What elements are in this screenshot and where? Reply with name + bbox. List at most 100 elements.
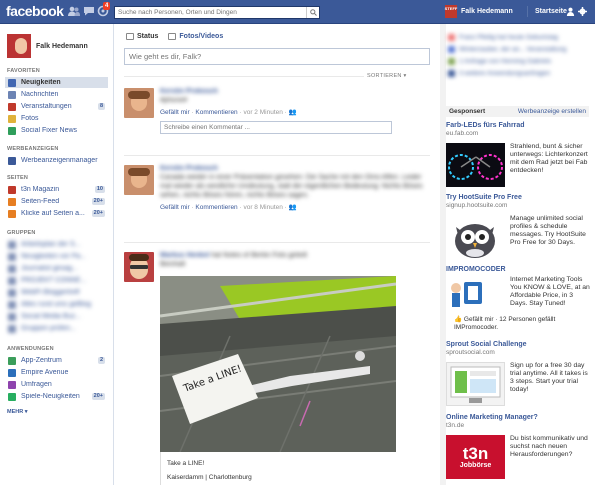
sidebar-item-empire-avenue[interactable]: Empire Avenue xyxy=(5,367,108,378)
avatar[interactable] xyxy=(124,165,154,195)
sidebar-item-label: Nachrichten xyxy=(21,91,59,98)
ad-unit[interactable]: Online Marketing Manager? t3n.de t3n Job… xyxy=(446,414,589,485)
ad-title[interactable]: Online Marketing Manager? xyxy=(446,414,589,421)
create-ad-link[interactable]: Werbeanzeige erstellen xyxy=(518,108,586,115)
sidebar-item-group[interactable]: Social Media Buz... xyxy=(5,311,108,322)
sidebar-item-group[interactable]: Gruppen prüfen... xyxy=(5,323,108,334)
sidebar-item-group[interactable]: Journalist gesag... xyxy=(5,263,108,274)
avatar[interactable] xyxy=(124,252,154,282)
sidebar-item-label: App-Zentrum xyxy=(21,357,62,364)
ad-domain: t3n.de xyxy=(446,422,465,429)
sort-dropdown[interactable]: SORTIEREN ▾ xyxy=(367,73,407,79)
sidebar-item-label: Spiele-Neuigkeiten xyxy=(21,393,80,400)
avatar[interactable] xyxy=(124,88,154,118)
ad-unit[interactable]: IMPROMOCODER Internet Marketing Tools Yo… xyxy=(446,266,590,338)
ad-unit[interactable]: Sprout Social Challenge sproutsocial.com… xyxy=(446,341,589,411)
request-reminder[interactable]: 1 Anfrage von Henning Gabriels xyxy=(448,58,551,65)
ad-title[interactable]: IMPROMOCODER xyxy=(446,266,589,273)
messages-icon[interactable] xyxy=(83,5,95,17)
empire-avenue-icon xyxy=(8,368,16,377)
jobboerse-logo-text: Jobbörse xyxy=(459,462,492,469)
tab-photos-videos[interactable]: Fotos/Videos xyxy=(168,33,223,40)
more-link[interactable]: MEHR ▾ xyxy=(7,409,27,415)
sidebar-item-group[interactable]: Arbeitsplan der S... xyxy=(5,239,108,250)
photo-location[interactable]: Kaiserdamm | Charlottenburg xyxy=(167,474,396,481)
ad-image[interactable] xyxy=(446,362,505,406)
top-profile-name[interactable]: Falk Hedemann xyxy=(461,8,513,15)
tab-status[interactable]: Status xyxy=(126,33,158,40)
ad-image[interactable] xyxy=(446,143,505,187)
comment-input[interactable] xyxy=(161,124,391,131)
sidebar-item-label: Umfragen xyxy=(21,381,52,388)
sidebar-item-nachrichten[interactable]: Nachrichten xyxy=(5,89,108,100)
ad-unit[interactable]: Farb-LEDs fürs Fahrrad eu.fab.com Strahl… xyxy=(446,122,589,192)
ad-title[interactable]: Try HootSuite Pro Free xyxy=(446,194,589,201)
reminder-text: Franz Pfeilig hat heute Geburtstag xyxy=(459,34,559,41)
sidebar-item-veranstaltungen[interactable]: Veranstaltungen 8 xyxy=(5,101,108,112)
ad-like-text[interactable]: Gefällt mir · 12 Personen gefällt IMProm… xyxy=(454,316,555,331)
sidebar-item-group[interactable]: Alles rund ums geBlog xyxy=(5,299,108,310)
comment-link[interactable]: Kommentieren xyxy=(195,204,237,211)
story-author[interactable]: Markus Henkel xyxy=(160,252,209,259)
friend-requests-icon[interactable] xyxy=(68,5,80,17)
story-time[interactable]: vor 8 Minuten xyxy=(243,204,282,211)
sidebar-item-spiele-neuigkeiten[interactable]: Spiele-Neuigkeiten 20+ xyxy=(5,391,108,402)
status-icon xyxy=(126,33,134,40)
story-author[interactable]: Kerstin Prokosch xyxy=(160,165,430,172)
sidebar-item-social-fixer-news[interactable]: Social Fixer News xyxy=(5,125,108,136)
group-icon xyxy=(8,276,16,285)
avatar[interactable] xyxy=(7,34,31,58)
feed-story: Kerstin Prokosch #phone# Gefällt mir · K… xyxy=(124,88,430,150)
search-icon[interactable] xyxy=(306,7,319,18)
sponsored-label: Gesponsert xyxy=(449,108,486,115)
app-request-reminder[interactable]: 3 weitere Anwendungsanfragen xyxy=(448,70,550,77)
app-icon xyxy=(448,70,455,77)
t3n-jobboerse-logo[interactable]: t3n Jobbörse xyxy=(446,435,505,479)
event-reminder[interactable]: Winterzauber, der an... Veranstaltung xyxy=(448,46,566,53)
sidebar-item-group[interactable]: WebPi Bloggertreff xyxy=(5,287,108,298)
sidebar-item-werbeanzeigenmanager[interactable]: Werbeanzeigenmanager xyxy=(5,155,108,166)
sidebar-item-group[interactable]: Neuigkeiten vor Pa... xyxy=(5,251,108,262)
sidebar-item-neuigkeiten[interactable]: Neuigkeiten xyxy=(5,77,108,88)
group-icon xyxy=(8,288,16,297)
sidebar-item-app-zentrum[interactable]: App-Zentrum 2 xyxy=(5,355,108,366)
sidebar-item-fotos[interactable]: Fotos xyxy=(5,113,108,124)
like-link[interactable]: Gefällt mir xyxy=(160,204,190,211)
sidebar-item-t3n-magazin[interactable]: t3n Magazin 10 xyxy=(5,184,108,195)
group-icon xyxy=(8,300,16,309)
sidebar-item-seiten-feed[interactable]: Seiten-Feed 20+ xyxy=(5,196,108,207)
audience-icon[interactable]: 👥 xyxy=(289,109,297,116)
audience-icon[interactable]: 👥 xyxy=(289,204,297,211)
sidebar-profile[interactable]: Falk Hedemann xyxy=(7,34,88,58)
sidebar-profile-name[interactable]: Falk Hedemann xyxy=(36,43,88,50)
tab-photos-label: Fotos/Videos xyxy=(179,33,224,40)
ad-title[interactable]: Farb-LEDs fürs Fahrrad xyxy=(446,122,589,129)
ad-text: Manage unlimited social profiles & sched… xyxy=(510,215,586,246)
home-link[interactable]: Startseite xyxy=(535,8,567,15)
ad-title[interactable]: Sprout Social Challenge xyxy=(446,341,589,348)
story-time[interactable]: vor 2 Minuten xyxy=(243,109,282,116)
hootsuite-owl-icon[interactable] xyxy=(446,215,505,259)
search-input[interactable] xyxy=(115,9,306,16)
find-friends-icon[interactable] xyxy=(566,7,575,16)
gear-icon[interactable] xyxy=(578,7,587,16)
group-icon xyxy=(8,252,16,261)
camera-icon xyxy=(168,33,177,40)
news-feed: Status Fotos/Videos SORTIEREN ▾ Kerstin … xyxy=(114,24,440,485)
sidebar-item-group[interactable]: PROJEKT CONNE... xyxy=(5,275,108,286)
birthday-reminder[interactable]: Franz Pfeilig hat heute Geburtstag xyxy=(448,34,558,41)
like-link[interactable]: Gefällt mir xyxy=(160,109,190,116)
story-photo[interactable]: Take a LINE! xyxy=(160,276,396,452)
sidebar-item-umfragen[interactable]: Umfragen xyxy=(5,379,108,390)
story-author[interactable]: Kerstin Prokosch xyxy=(160,88,430,95)
status-input[interactable] xyxy=(125,52,429,61)
top-profile-avatar[interactable]: STEFF xyxy=(445,5,457,18)
reminder-text: Winterzauber, der an... Veranstaltung xyxy=(459,46,567,53)
facebook-logo[interactable]: facebook xyxy=(6,3,64,19)
ad-image[interactable] xyxy=(446,276,505,320)
calendar-icon xyxy=(8,102,16,111)
sidebar-item-label: Social Fixer News xyxy=(21,127,78,134)
comment-link[interactable]: Kommentieren xyxy=(195,109,237,116)
ad-unit[interactable]: Try HootSuite Pro Free signup.hootsuite.… xyxy=(446,194,589,264)
sidebar-item-klicke-auf-seiten[interactable]: Klicke auf Seiten a... 20+ xyxy=(5,208,108,219)
